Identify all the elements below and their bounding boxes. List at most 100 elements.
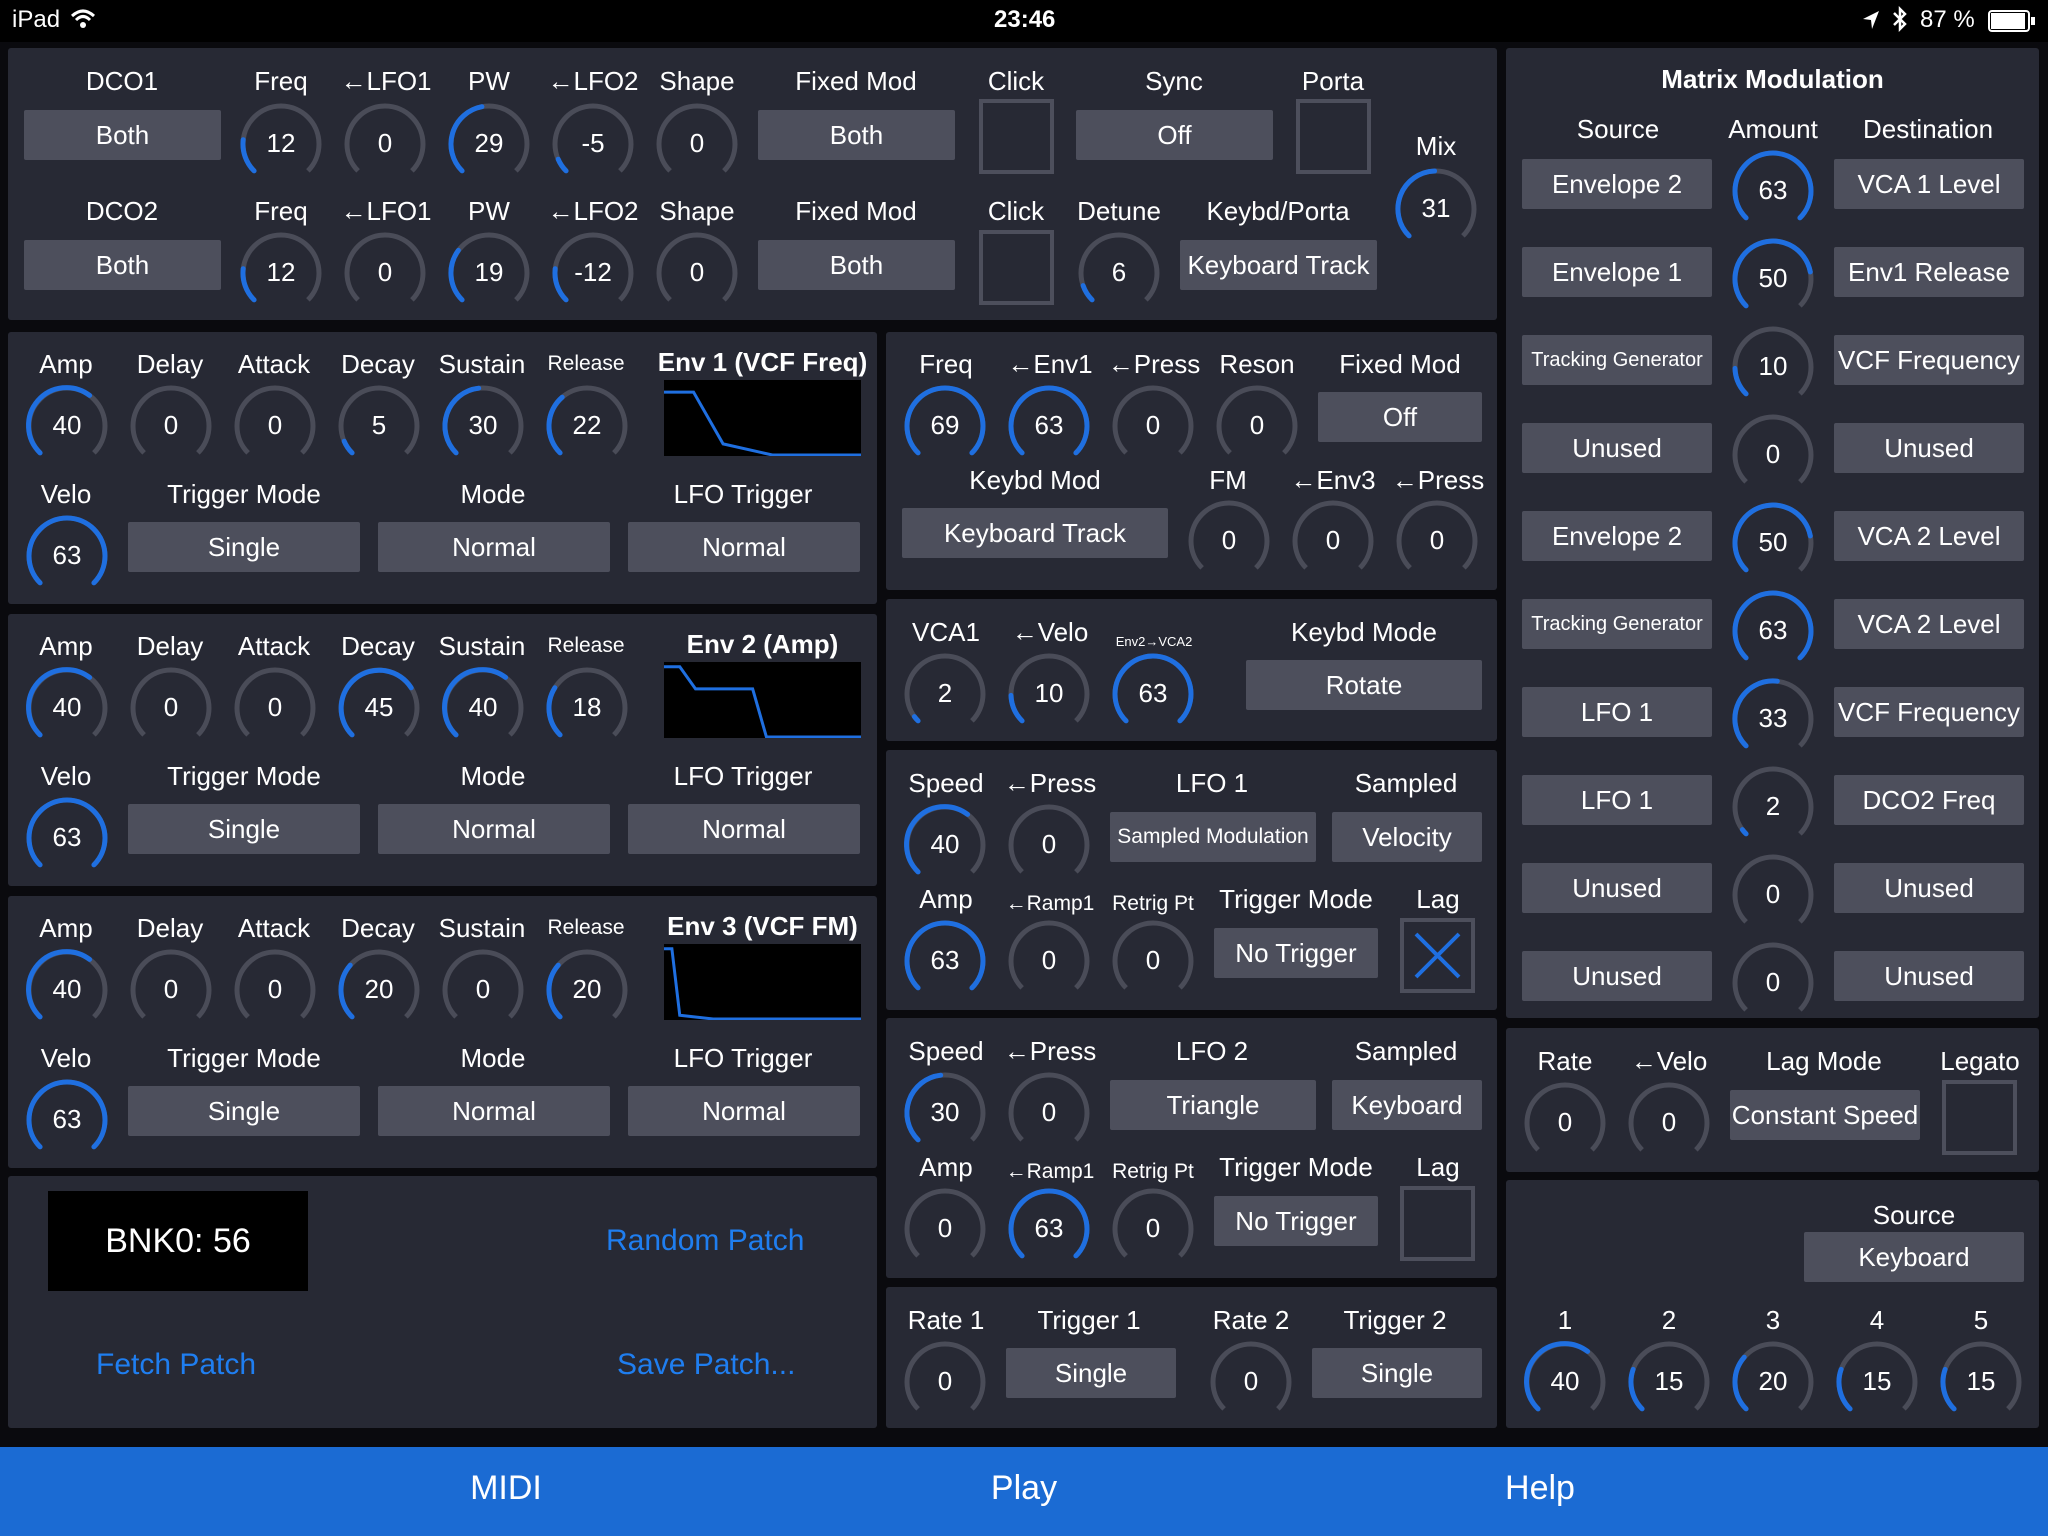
lfo2-lag-checkbox[interactable] bbox=[1400, 1186, 1475, 1261]
env1-release-knob[interactable]: 22 bbox=[544, 383, 630, 469]
vcf-env3-knob[interactable]: 0 bbox=[1290, 498, 1376, 584]
env3-mode-button[interactable]: Normal bbox=[378, 1086, 610, 1136]
matrix-source-button-10[interactable]: Unused bbox=[1522, 951, 1712, 1001]
matrix-amount-knob-3[interactable]: 10 bbox=[1730, 324, 1816, 410]
env1-sustain-knob[interactable]: 30 bbox=[440, 383, 526, 469]
vcf-env1-knob[interactable]: 63 bbox=[1006, 383, 1092, 469]
matrix-source-button-1[interactable]: Envelope 2 bbox=[1522, 159, 1712, 209]
env1-trigger-mode-button[interactable]: Single bbox=[128, 522, 360, 572]
dco1-lfo1-knob[interactable]: 0 bbox=[342, 101, 428, 187]
dco1-click-checkbox[interactable] bbox=[979, 99, 1054, 174]
tracking-point-knob-5[interactable]: 15 bbox=[1938, 1339, 2024, 1425]
tab-midi[interactable]: MIDI bbox=[356, 1469, 656, 1508]
env3-release-knob[interactable]: 20 bbox=[544, 947, 630, 1033]
lfo2-speed-knob[interactable]: 30 bbox=[902, 1070, 988, 1156]
lfo1-sampled-button[interactable]: Velocity bbox=[1332, 812, 1482, 862]
env2-release-knob[interactable]: 18 bbox=[544, 665, 630, 751]
env1-amp-knob[interactable]: 40 bbox=[24, 383, 110, 469]
trigger1-button[interactable]: Single bbox=[1006, 1348, 1176, 1398]
trigger2-button[interactable]: Single bbox=[1312, 1348, 1482, 1398]
matrix-destination-button-8[interactable]: DCO2 Freq bbox=[1834, 775, 2024, 825]
dco1-shape-knob[interactable]: 0 bbox=[654, 101, 740, 187]
matrix-source-button-8[interactable]: LFO 1 bbox=[1522, 775, 1712, 825]
matrix-destination-button-7[interactable]: VCF Frequency bbox=[1834, 687, 2024, 737]
lfo2-ramp-knob[interactable]: 63 bbox=[1006, 1186, 1092, 1272]
dco1-pw-knob[interactable]: 29 bbox=[446, 101, 532, 187]
legato-checkbox[interactable] bbox=[1942, 1080, 2017, 1155]
matrix-amount-knob-1[interactable]: 63 bbox=[1730, 148, 1816, 234]
lfo2-retrig-knob[interactable]: 0 bbox=[1110, 1186, 1196, 1272]
matrix-amount-knob-2[interactable]: 50 bbox=[1730, 236, 1816, 322]
matrix-source-button-9[interactable]: Unused bbox=[1522, 863, 1712, 913]
matrix-source-button-2[interactable]: Envelope 1 bbox=[1522, 247, 1712, 297]
matrix-destination-button-6[interactable]: VCA 2 Level bbox=[1834, 599, 2024, 649]
env3-decay-knob[interactable]: 20 bbox=[336, 947, 422, 1033]
dco2-lfo2-knob[interactable]: -12 bbox=[550, 230, 636, 316]
env2-delay-knob[interactable]: 0 bbox=[128, 665, 214, 751]
env3-trigger-mode-button[interactable]: Single bbox=[128, 1086, 360, 1136]
env2-lfo-trigger-button[interactable]: Normal bbox=[628, 804, 860, 854]
lfo1-speed-knob[interactable]: 40 bbox=[902, 802, 988, 888]
matrix-source-button-4[interactable]: Unused bbox=[1522, 423, 1712, 473]
tracking-point-knob-2[interactable]: 15 bbox=[1626, 1339, 1712, 1425]
env2-velo-knob[interactable]: 63 bbox=[24, 795, 110, 881]
matrix-amount-knob-4[interactable]: 0 bbox=[1730, 412, 1816, 498]
random-patch-link[interactable]: Random Patch bbox=[606, 1224, 804, 1258]
matrix-amount-knob-8[interactable]: 2 bbox=[1730, 764, 1816, 850]
fetch-patch-link[interactable]: Fetch Patch bbox=[96, 1348, 256, 1382]
matrix-amount-knob-5[interactable]: 50 bbox=[1730, 500, 1816, 586]
env3-velo-knob[interactable]: 63 bbox=[24, 1077, 110, 1163]
vca-velo-knob[interactable]: 10 bbox=[1006, 651, 1092, 737]
keybd-mode-button[interactable]: Rotate bbox=[1246, 660, 1482, 710]
tracking-point-knob-4[interactable]: 15 bbox=[1834, 1339, 1920, 1425]
mix-knob[interactable]: 31 bbox=[1393, 166, 1479, 252]
env2-trigger-mode-button[interactable]: Single bbox=[128, 804, 360, 854]
matrix-source-button-7[interactable]: LFO 1 bbox=[1522, 687, 1712, 737]
dco2-shape-knob[interactable]: 0 bbox=[654, 230, 740, 316]
matrix-amount-knob-7[interactable]: 33 bbox=[1730, 676, 1816, 762]
matrix-amount-knob-9[interactable]: 0 bbox=[1730, 852, 1816, 938]
matrix-amount-knob-10[interactable]: 0 bbox=[1730, 940, 1816, 1026]
matrix-destination-button-1[interactable]: VCA 1 Level bbox=[1834, 159, 2024, 209]
matrix-destination-button-9[interactable]: Unused bbox=[1834, 863, 2024, 913]
rate2-knob[interactable]: 0 bbox=[1208, 1339, 1294, 1425]
keybd-porta-button[interactable]: Keyboard Track bbox=[1180, 240, 1377, 290]
env2-vca2-knob[interactable]: 63 bbox=[1110, 651, 1196, 737]
dco2-lfo1-knob[interactable]: 0 bbox=[342, 230, 428, 316]
env2-mode-button[interactable]: Normal bbox=[378, 804, 610, 854]
matrix-destination-button-3[interactable]: VCF Frequency bbox=[1834, 335, 2024, 385]
lfo1-ramp-knob[interactable]: 0 bbox=[1006, 918, 1092, 1004]
env2-decay-knob[interactable]: 45 bbox=[336, 665, 422, 751]
vcf-press-knob[interactable]: 0 bbox=[1110, 383, 1196, 469]
matrix-source-button-3[interactable]: Tracking Generator bbox=[1522, 335, 1712, 385]
lfo2-press-knob[interactable]: 0 bbox=[1006, 1070, 1092, 1156]
env3-delay-knob[interactable]: 0 bbox=[128, 947, 214, 1033]
env3-amp-knob[interactable]: 40 bbox=[24, 947, 110, 1033]
env2-amp-knob[interactable]: 40 bbox=[24, 665, 110, 751]
matrix-destination-button-10[interactable]: Unused bbox=[1834, 951, 2024, 1001]
vcf-press2-knob[interactable]: 0 bbox=[1394, 498, 1480, 584]
lfo1-wave-button[interactable]: Sampled Modulation bbox=[1110, 812, 1316, 862]
env2-attack-knob[interactable]: 0 bbox=[232, 665, 318, 751]
matrix-source-button-5[interactable]: Envelope 2 bbox=[1522, 511, 1712, 561]
rate1-knob[interactable]: 0 bbox=[902, 1339, 988, 1425]
save-patch-link[interactable]: Save Patch... bbox=[617, 1348, 795, 1382]
porta-rate-knob[interactable]: 0 bbox=[1522, 1080, 1608, 1166]
env3-lfo-trigger-button[interactable]: Normal bbox=[628, 1086, 860, 1136]
dco2-pw-knob[interactable]: 19 bbox=[446, 230, 532, 316]
matrix-destination-button-2[interactable]: Env1 Release bbox=[1834, 247, 2024, 297]
dco2-fixed-mod-button[interactable]: Both bbox=[758, 240, 955, 290]
detune-knob[interactable]: 6 bbox=[1076, 230, 1162, 316]
dco2-click-checkbox[interactable] bbox=[979, 230, 1054, 305]
lfo2-amp-knob[interactable]: 0 bbox=[902, 1186, 988, 1272]
porta-checkbox[interactable] bbox=[1296, 99, 1371, 174]
lag-mode-button[interactable]: Constant Speed bbox=[1730, 1090, 1920, 1140]
matrix-destination-button-5[interactable]: VCA 2 Level bbox=[1834, 511, 2024, 561]
dco1-mode-button[interactable]: Both bbox=[24, 110, 221, 160]
vcf-fm-knob[interactable]: 0 bbox=[1186, 498, 1272, 584]
dco2-mode-button[interactable]: Both bbox=[24, 240, 221, 290]
tracking-point-knob-1[interactable]: 40 bbox=[1522, 1339, 1608, 1425]
sync-button[interactable]: Off bbox=[1076, 110, 1273, 160]
env1-lfo-trigger-button[interactable]: Normal bbox=[628, 522, 860, 572]
env2-sustain-knob[interactable]: 40 bbox=[440, 665, 526, 751]
